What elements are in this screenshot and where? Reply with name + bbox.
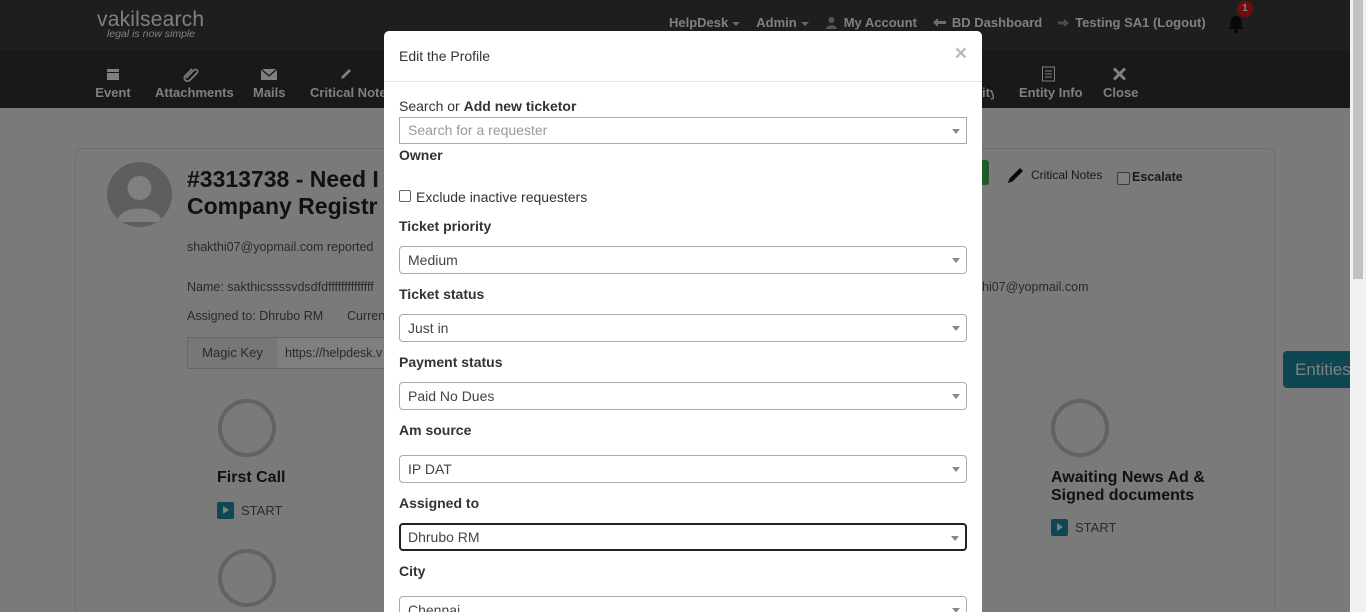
ticket-status-select[interactable]: Just in	[399, 314, 967, 342]
assigned-to-value: Dhrubo RM	[408, 529, 480, 545]
edit-profile-modal: Edit the Profile × Search or Add new tic…	[384, 31, 982, 612]
requester-search-placeholder: Search for a requester	[408, 122, 548, 138]
payment-status-value: Paid No Dues	[408, 388, 495, 404]
search-requester-label: Search or Add new ticketor	[399, 98, 576, 114]
city-label: City	[399, 563, 426, 579]
city-select[interactable]: Chennai	[399, 596, 967, 612]
am-source-label: Am source	[399, 422, 472, 438]
search-label-prefix: Search or	[399, 98, 464, 114]
modal-header: Edit the Profile ×	[384, 31, 982, 82]
chevron-down-icon	[951, 536, 959, 541]
ticket-status-value: Just in	[408, 320, 449, 336]
city-value: Chennai	[408, 602, 461, 612]
chevron-down-icon	[952, 467, 960, 472]
payment-status-label: Payment status	[399, 354, 503, 370]
ticket-status-label: Ticket status	[399, 286, 485, 302]
ticket-priority-select[interactable]: Medium	[399, 246, 967, 274]
exclude-inactive-label: Exclude inactive requesters	[416, 189, 588, 205]
page-scrollbar[interactable]	[1350, 0, 1366, 612]
owner-label: Owner	[399, 147, 443, 163]
chevron-down-icon	[952, 608, 960, 612]
chevron-down-icon	[952, 394, 960, 399]
am-source-select[interactable]: IP DAT	[399, 455, 967, 483]
ticket-priority-label: Ticket priority	[399, 218, 492, 234]
scrollbar-thumb[interactable]	[1353, 0, 1363, 279]
assigned-to-select[interactable]: Dhrubo RM	[399, 523, 967, 551]
exclude-inactive-checkbox[interactable]: Exclude inactive requesters	[399, 189, 587, 205]
am-source-value: IP DAT	[408, 461, 452, 477]
chevron-down-icon	[952, 258, 960, 263]
add-new-ticketor-link[interactable]: Add new ticketor	[464, 98, 577, 114]
requester-search-select[interactable]: Search for a requester	[399, 117, 967, 144]
chevron-down-icon	[952, 326, 960, 331]
modal-title: Edit the Profile	[399, 48, 491, 64]
exclude-inactive-box[interactable]	[399, 190, 411, 202]
assigned-to-label: Assigned to	[399, 495, 480, 511]
chevron-down-icon	[952, 129, 960, 134]
ticket-priority-value: Medium	[408, 252, 458, 268]
payment-status-select[interactable]: Paid No Dues	[399, 382, 967, 410]
modal-close-button[interactable]: ×	[955, 43, 967, 64]
